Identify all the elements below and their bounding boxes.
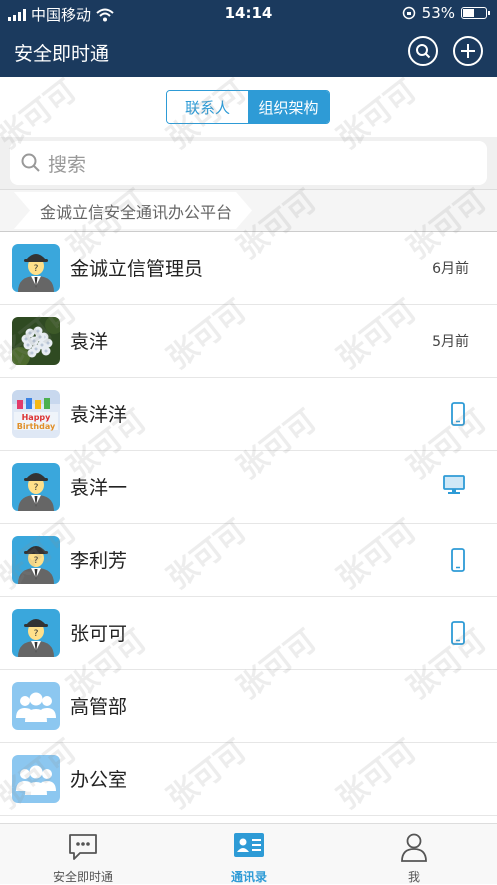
- contact-list: ? 金诚立信管理员 6月前 袁洋 5月前 Happy Birthday 袁洋洋? 袁洋一? 李利芳…: [0, 232, 497, 816]
- avatar: ?: [12, 609, 60, 657]
- list-item[interactable]: Happy Birthday 袁洋洋: [0, 378, 497, 451]
- avatar: Happy Birthday: [12, 390, 60, 438]
- group-avatar: [12, 682, 60, 730]
- battery-icon: [461, 7, 490, 19]
- tab-bar: 安全即时通 通讯录 我: [0, 823, 497, 884]
- contact-name: 袁洋一: [70, 477, 128, 499]
- list-item[interactable]: ? 金诚立信管理员 6月前: [0, 232, 497, 305]
- add-button[interactable]: [453, 36, 483, 66]
- search-icon: [21, 153, 40, 172]
- list-item[interactable]: ? 张可可: [0, 597, 497, 670]
- breadcrumb-item[interactable]: 金诚立信安全通讯办公平台: [14, 192, 252, 229]
- group-avatar: [12, 755, 60, 803]
- search-input[interactable]: 搜索: [10, 141, 487, 185]
- contact-name: 金诚立信管理员: [70, 258, 204, 280]
- contact-name: 袁洋洋: [70, 404, 128, 426]
- desktop-icon: [443, 475, 465, 499]
- tab-secure-chat[interactable]: 安全即时通: [0, 824, 166, 884]
- search-area: 搜索: [0, 137, 497, 189]
- segmented-control: 联系人 组织架构: [166, 90, 330, 124]
- svg-text:?: ?: [34, 556, 39, 566]
- search-button[interactable]: [408, 36, 438, 66]
- last-active-time: 5月前: [432, 334, 469, 350]
- tab-contacts-book[interactable]: 通讯录: [166, 824, 332, 884]
- list-item[interactable]: 办公室: [0, 743, 497, 816]
- rotation-lock-icon: [402, 6, 415, 20]
- nav-bar: 安全即时通: [0, 27, 497, 77]
- list-item[interactable]: ? 李利芳: [0, 524, 497, 597]
- tab-me[interactable]: 我: [331, 824, 497, 884]
- contact-name: 李利芳: [70, 550, 128, 572]
- search-icon: [416, 44, 431, 59]
- last-active-time: 6月前: [432, 261, 469, 277]
- list-item[interactable]: 袁洋 5月前: [0, 305, 497, 378]
- tab-label: 安全即时通: [52, 870, 113, 884]
- svg-text:Happy: Happy: [22, 413, 52, 422]
- tab-contacts[interactable]: 联系人: [167, 91, 248, 123]
- contacts-icon: [234, 833, 264, 857]
- status-bar: 中国移动 14:14 53%: [0, 0, 497, 27]
- person-icon: [401, 833, 427, 862]
- mobile-phone-icon: [451, 548, 465, 576]
- search-placeholder: 搜索: [48, 153, 87, 176]
- svg-text:Birthday: Birthday: [17, 422, 56, 431]
- tab-label: 通讯录: [230, 870, 267, 884]
- mobile-phone-icon: [451, 402, 465, 430]
- page-title: 安全即时通: [14, 43, 110, 65]
- mobile-phone-icon: [451, 621, 465, 649]
- svg-text:?: ?: [34, 483, 39, 493]
- list-item[interactable]: ? 袁洋一: [0, 451, 497, 524]
- chat-icon: [69, 834, 97, 860]
- contact-name: 高管部: [70, 696, 128, 718]
- tab-label: 我: [407, 870, 420, 884]
- tab-org-structure[interactable]: 组织架构: [248, 91, 329, 123]
- svg-text:?: ?: [34, 264, 39, 274]
- contact-name: 袁洋: [70, 331, 109, 353]
- contact-name: 办公室: [70, 769, 128, 791]
- battery-percent: 53%: [421, 4, 455, 22]
- contact-name: 张可可: [70, 623, 128, 645]
- avatar: ?: [12, 463, 60, 511]
- plus-icon: [461, 44, 475, 58]
- svg-text:?: ?: [34, 629, 39, 639]
- avatar: ?: [12, 536, 60, 584]
- breadcrumb: 金诚立信安全通讯办公平台: [0, 189, 497, 232]
- avatar: ?: [12, 244, 60, 292]
- avatar: [12, 317, 60, 365]
- list-item[interactable]: 高管部: [0, 670, 497, 743]
